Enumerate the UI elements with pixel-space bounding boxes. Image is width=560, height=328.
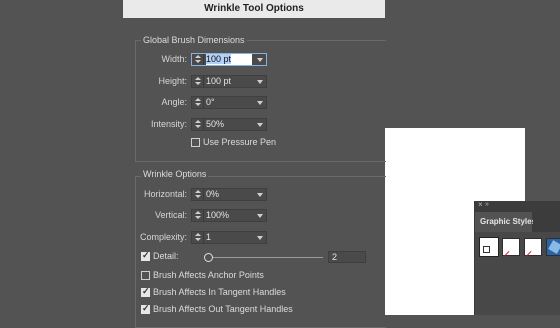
wrinkle-tool-options-dialog: Wrinkle Tool Options Global Brush Dimens… [123, 0, 386, 328]
pressure-pen-label: Use Pressure Pen [203, 137, 277, 147]
vertical-stepper[interactable] [193, 210, 204, 221]
detail-slider-knob[interactable] [204, 253, 213, 262]
close-icon[interactable]: × [478, 200, 483, 209]
width-field[interactable]: 100 pt [191, 53, 267, 66]
style-swatch[interactable] [502, 238, 520, 256]
vertical-label: Vertical: [154, 210, 187, 220]
chevron-down-icon[interactable] [254, 76, 266, 87]
angle-label: Angle: [161, 97, 187, 107]
style-swatch-default[interactable] [479, 237, 499, 257]
horizontal-row: Horizontal: [123, 188, 187, 201]
horizontal-label: Horizontal: [143, 189, 187, 199]
default-style-icon [483, 246, 490, 253]
anchor-points-checkbox[interactable] [141, 271, 150, 280]
complexity-row: Complexity: [123, 231, 187, 244]
height-label: Height: [158, 76, 187, 86]
complexity-label: Complexity: [139, 232, 187, 242]
panel-header: × » [475, 200, 560, 212]
horizontal-stepper[interactable] [193, 189, 204, 200]
intensity-label: Intensity: [150, 119, 187, 129]
vertical-value[interactable]: 100% [206, 210, 229, 221]
dialog-title: Wrinkle Tool Options [123, 0, 385, 18]
graphic-styles-panel: × » Graphic Styles [474, 200, 560, 315]
chevron-down-icon[interactable] [254, 210, 266, 221]
style-swatch[interactable] [524, 238, 542, 256]
width-stepper[interactable] [193, 54, 204, 65]
none-style-icon [526, 251, 532, 256]
height-row: Height: [123, 75, 187, 88]
vertical-row: Vertical: [123, 209, 187, 222]
angle-stepper[interactable] [193, 97, 204, 108]
chevron-down-icon[interactable] [254, 97, 266, 108]
chevron-down-icon[interactable] [254, 189, 266, 200]
height-stepper[interactable] [193, 76, 204, 87]
detail-label: Detail: [153, 251, 179, 261]
intensity-value[interactable]: 50% [206, 119, 224, 130]
intensity-stepper[interactable] [193, 119, 204, 130]
out-tangent-label: Brush Affects Out Tangent Handles [153, 304, 293, 314]
height-field[interactable]: 100 pt [191, 75, 267, 88]
horizontal-field[interactable]: 0% [191, 188, 267, 201]
chevron-down-icon[interactable] [254, 232, 266, 243]
out-tangent-checkbox[interactable] [141, 303, 150, 314]
graphic-styles-swatches [475, 232, 560, 315]
height-value[interactable]: 100 pt [206, 76, 231, 87]
none-style-icon [504, 251, 510, 256]
collapse-icon[interactable]: » [485, 201, 489, 208]
width-value-text: 100 pt [206, 54, 232, 64]
group-title-wrinkle: Wrinkle Options [141, 169, 209, 179]
complexity-stepper[interactable] [193, 232, 204, 243]
intensity-field[interactable]: 50% [191, 118, 267, 131]
group-title-global: Global Brush Dimensions [141, 35, 247, 45]
chevron-down-icon[interactable] [254, 119, 266, 130]
in-tangent-label: Brush Affects In Tangent Handles [153, 287, 286, 297]
in-tangent-checkbox[interactable] [141, 286, 150, 297]
vertical-field[interactable]: 100% [191, 209, 267, 222]
detail-value-field[interactable]: 2 [328, 251, 366, 263]
horizontal-value[interactable]: 0% [206, 189, 219, 200]
complexity-field[interactable]: 1 [191, 231, 267, 244]
chevron-down-icon[interactable] [254, 54, 266, 65]
width-row: Width: [123, 53, 187, 66]
detail-slider-track[interactable] [205, 257, 323, 258]
complexity-value[interactable]: 1 [206, 232, 211, 243]
angle-field[interactable]: 0° [191, 96, 267, 109]
detail-checkbox[interactable] [141, 250, 150, 261]
width-value[interactable]: 100 pt [206, 54, 252, 65]
width-label: Width: [161, 54, 187, 64]
angle-row: Angle: [123, 96, 187, 109]
pressure-pen-checkbox[interactable] [191, 138, 200, 147]
intensity-row: Intensity: [123, 118, 187, 131]
anchor-points-label: Brush Affects Anchor Points [153, 270, 264, 280]
tab-graphic-styles[interactable]: Graphic Styles [475, 212, 536, 232]
angle-value[interactable]: 0° [206, 97, 215, 108]
tab-bar [533, 212, 560, 232]
style-swatch[interactable] [546, 238, 560, 256]
